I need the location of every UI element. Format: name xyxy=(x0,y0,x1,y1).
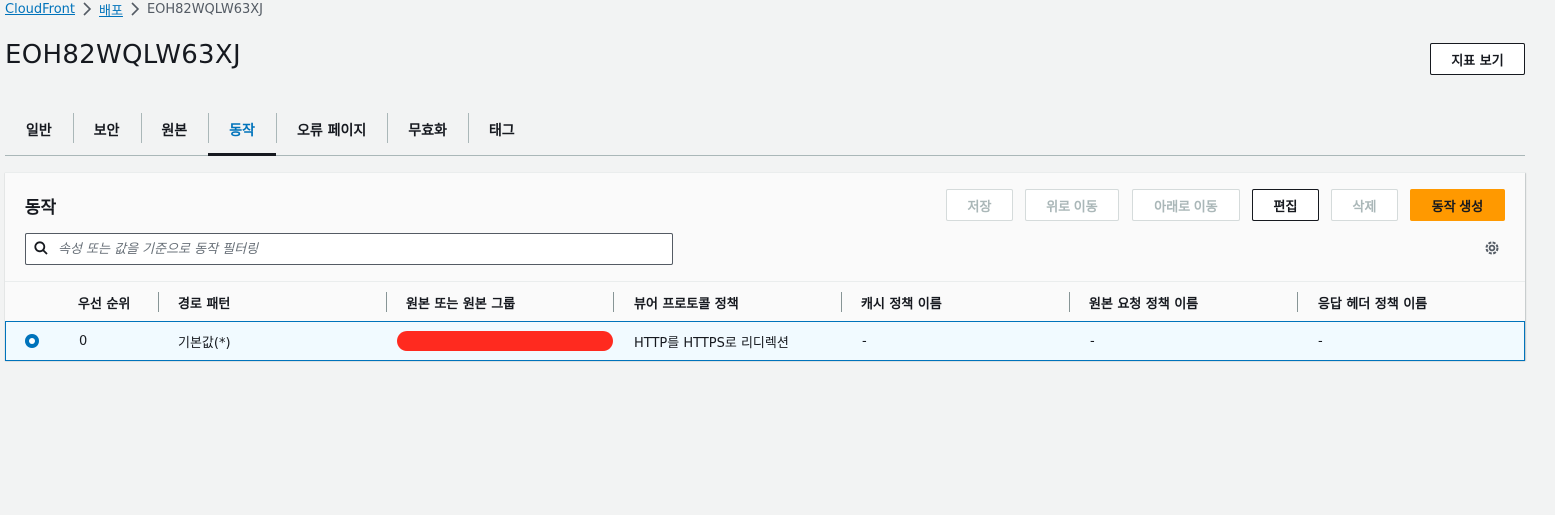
cell-viewer-policy: HTTP를 HTTPS로 리디렉션 xyxy=(634,335,789,351)
row-radio-button[interactable] xyxy=(25,334,39,348)
table-row[interactable]: 0 기본값(*) HTTP를 HTTPS로 리디렉션 - - - xyxy=(5,321,1525,361)
column-priority[interactable]: 우선 순위 xyxy=(78,282,130,322)
breadcrumb: CloudFront 배포 EOH82WQLW63XJ xyxy=(5,0,263,19)
view-metrics-button[interactable]: 지표 보기 xyxy=(1430,43,1525,75)
breadcrumb-distributions[interactable]: 배포 xyxy=(99,0,123,19)
panel-title: 동작 xyxy=(25,198,57,218)
tab-origins[interactable]: 원본 xyxy=(140,105,209,155)
chevron-right-icon xyxy=(123,2,147,17)
breadcrumb-cloudfront[interactable]: CloudFront xyxy=(5,2,75,17)
column-path-pattern[interactable]: 경로 패턴 xyxy=(178,282,230,322)
tab-tags[interactable]: 태그 xyxy=(467,105,536,155)
tab-security[interactable]: 보안 xyxy=(72,105,141,155)
cell-priority: 0 xyxy=(79,333,88,349)
column-divider[interactable] xyxy=(841,292,842,312)
cell-response-headers-policy: - xyxy=(1318,333,1323,349)
column-origin-request-policy[interactable]: 원본 요청 정책 이름 xyxy=(1089,282,1198,322)
column-cache-policy[interactable]: 캐시 정책 이름 xyxy=(861,282,942,322)
move-down-button[interactable]: 아래로 이동 xyxy=(1132,189,1240,221)
tab-invalidations[interactable]: 무효화 xyxy=(387,105,468,155)
cell-origin-request-policy: - xyxy=(1090,333,1095,349)
tab-error-pages[interactable]: 오류 페이지 xyxy=(276,105,387,155)
table-header: 우선 순위 경로 패턴 원본 또는 원본 그룹 뷰어 프로토콜 정책 캐시 정책… xyxy=(5,281,1525,321)
filter-search xyxy=(25,233,673,265)
column-divider[interactable] xyxy=(1069,292,1070,312)
tab-general[interactable]: 일반 xyxy=(5,105,73,155)
search-icon xyxy=(34,240,48,259)
column-divider[interactable] xyxy=(1297,292,1298,312)
gear-icon[interactable] xyxy=(1483,239,1501,257)
column-divider[interactable] xyxy=(386,292,387,312)
search-input[interactable] xyxy=(58,241,658,257)
breadcrumb-current: EOH82WQLW63XJ xyxy=(146,1,263,17)
move-up-button[interactable]: 위로 이동 xyxy=(1025,189,1119,221)
cell-cache-policy: - xyxy=(862,333,867,349)
redacted-origin xyxy=(397,331,613,351)
edit-button[interactable]: 편집 xyxy=(1252,189,1319,221)
column-response-headers-policy[interactable]: 응답 헤더 정책 이름 xyxy=(1318,282,1427,322)
delete-button[interactable]: 삭제 xyxy=(1331,189,1398,221)
column-viewer-policy[interactable]: 뷰어 프로토콜 정책 xyxy=(634,282,739,322)
behaviors-panel: 동작 저장 위로 이동 아래로 이동 편집 삭제 동작 생성 우선 순위 경로 … xyxy=(5,172,1525,361)
cell-path-pattern: 기본값(*) xyxy=(178,335,231,351)
create-behavior-button[interactable]: 동작 생성 xyxy=(1410,189,1505,221)
save-button[interactable]: 저장 xyxy=(946,189,1013,221)
tab-behaviors[interactable]: 동작 xyxy=(208,105,276,156)
column-origin[interactable]: 원본 또는 원본 그룹 xyxy=(406,282,515,322)
tab-bar: 일반 보안 원본 동작 오류 페이지 무효화 태그 xyxy=(5,105,1525,156)
page-title: EOH82WQLW63XJ xyxy=(5,40,241,70)
column-divider[interactable] xyxy=(613,292,614,312)
column-divider[interactable] xyxy=(158,292,159,312)
chevron-right-icon xyxy=(75,2,99,17)
